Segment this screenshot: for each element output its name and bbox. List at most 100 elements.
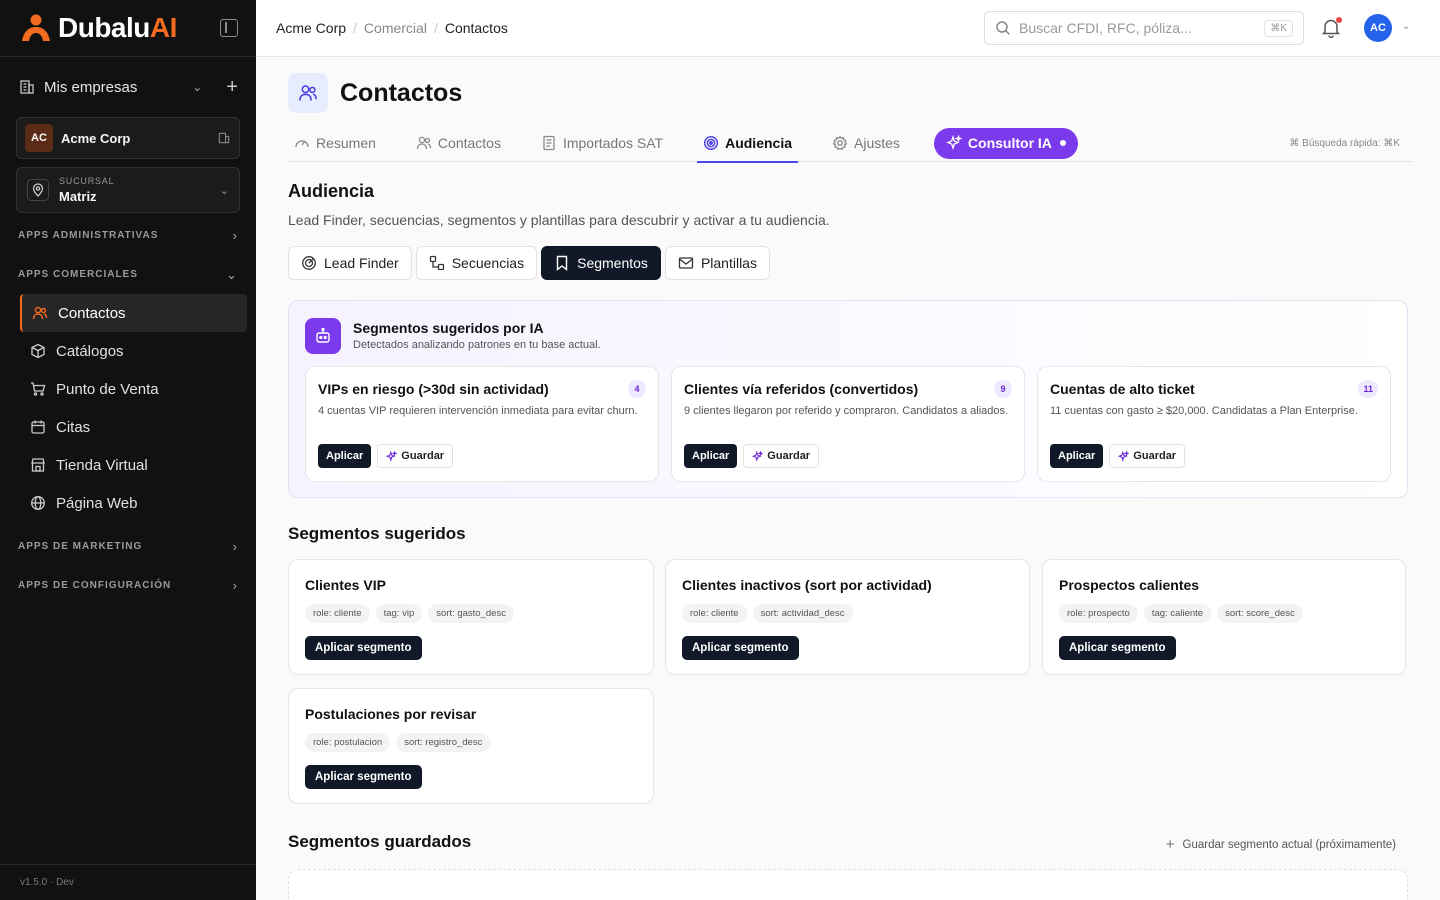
sidebar-item-label: Catálogos bbox=[56, 342, 124, 360]
subtab-segmentos[interactable]: Segmentos bbox=[541, 246, 661, 280]
ai-segment-count: 11 bbox=[1358, 380, 1378, 398]
ai-segment-count: 9 bbox=[994, 380, 1012, 398]
search-placeholder: Buscar CFDI, RFC, póliza... bbox=[1019, 20, 1192, 36]
radar-icon bbox=[302, 256, 316, 270]
breadcrumb-separator: / bbox=[433, 20, 438, 36]
section-commercial[interactable]: APPS COMERCIALES ⌄ bbox=[0, 255, 256, 294]
section-marketing[interactable]: APPS DE MARKETING › bbox=[0, 527, 256, 566]
tab-label: Ajustes bbox=[854, 135, 900, 151]
sidebar-item-citas[interactable]: Citas bbox=[20, 408, 247, 446]
consultor-ia-label: Consultor IA bbox=[967, 135, 1052, 151]
tab-resumen[interactable]: Resumen bbox=[288, 125, 382, 162]
branch-text: SUCURSAL Matriz bbox=[59, 176, 114, 204]
users-icon bbox=[32, 306, 48, 320]
breadcrumb-section[interactable]: Comercial bbox=[364, 20, 427, 36]
sparkles-icon bbox=[1118, 450, 1130, 462]
sidebar-item-pagina-web[interactable]: Página Web bbox=[20, 484, 247, 522]
segment-filters: role: cliente sort: actividad_desc bbox=[682, 604, 859, 623]
chevron-right-icon: › bbox=[232, 228, 238, 243]
chevron-right-icon: › bbox=[232, 539, 238, 554]
subtab-lead-finder[interactable]: Lead Finder bbox=[288, 246, 412, 280]
segment-card: Clientes VIP role: cliente tag: vip sort… bbox=[288, 559, 654, 675]
breadcrumb-company[interactable]: Acme Corp bbox=[276, 20, 346, 36]
collapse-sidebar-button[interactable] bbox=[220, 19, 238, 37]
chevron-down-icon[interactable]: ⌄ bbox=[192, 80, 202, 94]
chevron-down-icon[interactable]: ⌄ bbox=[1402, 21, 1410, 32]
save-button[interactable]: Guardar bbox=[377, 444, 454, 468]
section-config[interactable]: APPS DE CONFIGURACIÓN › bbox=[0, 566, 256, 605]
save-button[interactable]: Guardar bbox=[743, 444, 820, 468]
filter-chip: sort: actividad_desc bbox=[752, 604, 853, 623]
apply-button[interactable]: Aplicar bbox=[684, 444, 738, 468]
add-company-button[interactable]: + bbox=[226, 77, 238, 97]
branch-selector[interactable]: SUCURSAL Matriz ⌄ bbox=[16, 167, 240, 213]
plus-icon: + bbox=[1165, 836, 1175, 853]
ai-segment-title: VIPs en riesgo (>30d sin actividad) bbox=[318, 381, 549, 397]
company-avatar: AC bbox=[25, 124, 53, 152]
apply-button[interactable]: Aplicar bbox=[1050, 444, 1104, 468]
saved-segments-empty bbox=[288, 869, 1408, 900]
apply-segment-button[interactable]: Aplicar segmento bbox=[305, 765, 422, 789]
sidebar-item-punto-de-venta[interactable]: Punto de Venta bbox=[20, 370, 247, 408]
segment-card: Postulaciones por revisar role: postulac… bbox=[288, 688, 654, 804]
segment-card: Clientes inactivos (sort por actividad) … bbox=[665, 559, 1030, 675]
subtab-secuencias[interactable]: Secuencias bbox=[415, 246, 538, 280]
target-icon bbox=[704, 135, 719, 151]
save-current-segment-button[interactable]: + Guardar segmento actual (próximamente) bbox=[1166, 836, 1396, 853]
sidebar-item-catalogos[interactable]: Catálogos bbox=[20, 332, 247, 370]
section-commercial-label: APPS COMERCIALES bbox=[18, 269, 138, 280]
users-icon bbox=[288, 73, 328, 113]
calendar-icon bbox=[31, 420, 45, 434]
apply-segment-button[interactable]: Aplicar segmento bbox=[682, 636, 799, 660]
section-admin-label: APPS ADMINISTRATIVAS bbox=[18, 230, 159, 241]
save-current-segment-label: Guardar segmento actual (próximamente) bbox=[1182, 838, 1397, 851]
company-selector[interactable]: AC Acme Corp bbox=[16, 117, 240, 159]
subtab-label: Lead Finder bbox=[324, 255, 399, 271]
sidebar-item-tienda-virtual[interactable]: Tienda Virtual bbox=[20, 446, 247, 484]
search-input[interactable]: Buscar CFDI, RFC, póliza... ⌘K bbox=[984, 11, 1304, 45]
ai-segment-actions: Aplicar Guardar bbox=[318, 444, 454, 468]
apply-segment-button[interactable]: Aplicar segmento bbox=[1059, 636, 1176, 660]
section-marketing-label: APPS DE MARKETING bbox=[18, 541, 143, 552]
tab-ajustes[interactable]: Ajustes bbox=[826, 125, 906, 162]
consultor-ia-button[interactable]: Consultor IA bbox=[933, 127, 1078, 159]
apply-segment-button[interactable]: Aplicar segmento bbox=[305, 636, 422, 660]
cart-icon bbox=[31, 382, 46, 396]
save-button[interactable]: Guardar bbox=[1109, 444, 1186, 468]
subtab-label: Segmentos bbox=[577, 255, 648, 271]
subtab-plantillas[interactable]: Plantillas bbox=[664, 246, 770, 280]
save-label: Guardar bbox=[767, 450, 811, 462]
page-header: Contactos bbox=[288, 73, 462, 113]
user-avatar[interactable]: AC bbox=[1364, 14, 1392, 42]
subtab-label: Secuencias bbox=[451, 255, 525, 271]
sidebar-item-contactos[interactable]: Contactos bbox=[20, 294, 247, 332]
tab-label: Audiencia bbox=[725, 135, 792, 151]
companies-row[interactable]: Mis empresas ⌄ + bbox=[0, 57, 256, 117]
building-icon bbox=[218, 132, 230, 144]
logo-icon bbox=[18, 13, 54, 43]
ai-segment-title: Clientes vía referidos (convertidos) bbox=[684, 381, 919, 397]
section-config-label: APPS DE CONFIGURACIÓN bbox=[18, 580, 172, 591]
audience-description: Lead Finder, secuencias, segmentos y pla… bbox=[288, 212, 830, 228]
ai-segment-description: 4 cuentas VIP requieren intervención inm… bbox=[318, 405, 638, 417]
filter-chip: role: postulacion bbox=[305, 733, 391, 752]
companies-label: Mis empresas bbox=[44, 78, 138, 96]
section-admin[interactable]: APPS ADMINISTRATIVAS › bbox=[0, 216, 256, 255]
ai-segment-actions: Aplicar Guardar bbox=[1050, 444, 1186, 468]
filter-chip: tag: vip bbox=[375, 604, 423, 623]
topbar: Acme Corp / Comercial / Contactos Buscar… bbox=[256, 0, 1440, 57]
tab-audiencia[interactable]: Audiencia bbox=[697, 125, 798, 163]
ai-segments-title: Segmentos sugeridos por IA bbox=[353, 320, 544, 336]
apply-button[interactable]: Aplicar bbox=[318, 444, 372, 468]
save-label: Guardar bbox=[401, 450, 445, 462]
ai-segment-title: Cuentas de alto ticket bbox=[1050, 381, 1195, 397]
tabs: Resumen Contactos Importados SAT Audienc… bbox=[288, 125, 1412, 163]
search-shortcut: ⌘K bbox=[1264, 19, 1293, 37]
bot-icon bbox=[305, 318, 341, 354]
ai-segment-count: 4 bbox=[628, 380, 646, 398]
chevron-down-icon: ⌄ bbox=[226, 266, 238, 282]
tab-contactos[interactable]: Contactos bbox=[410, 125, 507, 162]
subtab-label: Plantillas bbox=[700, 255, 757, 271]
breadcrumb-current: Contactos bbox=[444, 20, 508, 36]
tab-importados-sat[interactable]: Importados SAT bbox=[535, 125, 669, 162]
